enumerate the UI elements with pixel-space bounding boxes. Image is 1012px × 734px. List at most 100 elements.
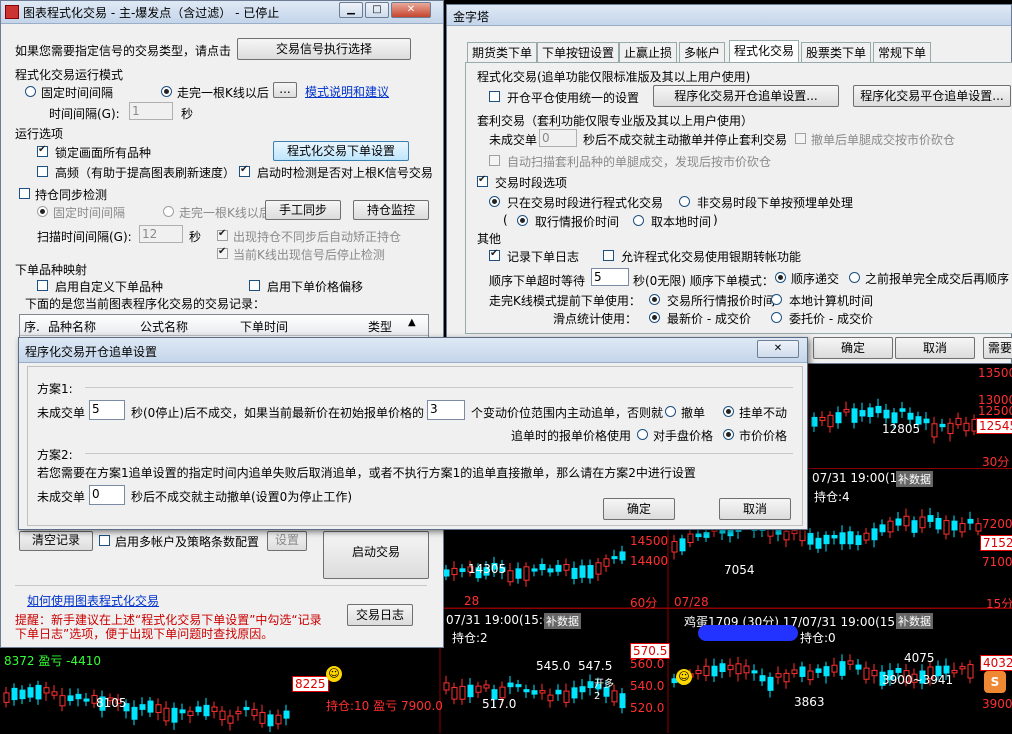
price-offset-label: 启用下单价格偏移 [267, 280, 364, 294]
log-checkbox[interactable] [489, 248, 500, 261]
fixed-interval-radio[interactable] [25, 86, 36, 97]
local-time-radio[interactable] [633, 215, 644, 226]
seq-timeout-input[interactable]: 5 [591, 268, 629, 286]
bank-checkbox[interactable] [603, 250, 614, 261]
p2-seconds-input[interactable]: 0 [89, 485, 125, 505]
chart-pane-tr1[interactable]: 13500 13000 12500 12545 12805 30分 [808, 360, 1012, 469]
seq-prev-radio[interactable] [849, 272, 860, 283]
help-link[interactable]: 如何使用图表程式化交易 [27, 592, 159, 609]
auto-fix-checkbox[interactable] [217, 228, 228, 241]
sync-group-label: 持仓同步检测 [35, 188, 108, 202]
pyramid-settings-window: 金字塔 期货类下单 下单按钮设置 止赢止损 多帐户 程式化交易 股票类下单 常规… [446, 4, 1012, 364]
close-chase-settings-button[interactable]: 程序化交易平仓追单设置... [853, 85, 1011, 107]
cancel-order-radio[interactable] [665, 406, 676, 417]
bushu-badge[interactable]: 补数据 [544, 613, 581, 629]
multi-account-checkbox[interactable] [99, 535, 110, 546]
scroll-up-icon[interactable]: ▲ [408, 317, 416, 328]
counter-price-radio[interactable] [637, 429, 648, 440]
col-header[interactable]: 品种名称 [48, 318, 96, 335]
sync-fixed-label: 固定时间间隔 [53, 206, 126, 220]
dialog-titlebar[interactable]: 程序化交易开仓追单设置 ✕ [19, 338, 807, 363]
pyramid-titlebar[interactable]: 金字塔 [447, 5, 1011, 26]
seq-submit-radio[interactable] [775, 272, 786, 283]
auto-scan-checkbox[interactable] [489, 155, 500, 166]
sync-checkbox[interactable] [19, 188, 30, 199]
lock-checkbox[interactable] [37, 144, 48, 157]
chart-pane-mid-left[interactable]: 14500 14400 14305 28 60分 [440, 530, 668, 610]
trade-log-button[interactable]: 交易日志 [347, 604, 413, 626]
tip-line-2: 下单日志”选项，便于出现下单问题时查找原因。 [15, 627, 274, 641]
start-trading-button[interactable]: 启动交易 [323, 531, 429, 579]
highfreq-checkbox[interactable] [37, 166, 48, 177]
dialog-ok-button[interactable]: 确定 [603, 498, 675, 520]
p1-mid: 秒(0停止)后不成交，如果当前最新价在初始报单价格的 [131, 406, 425, 420]
mode-help-link[interactable]: 模式说明和建议 [305, 83, 389, 100]
p1-seconds-input[interactable]: 5 [89, 400, 125, 420]
minimize-icon[interactable]: ▁ [339, 2, 363, 18]
only-session-radio[interactable] [489, 196, 500, 207]
non-session-radio[interactable] [679, 196, 690, 207]
tab-stop-profit-loss[interactable]: 止赢止损 [619, 42, 678, 63]
unified-checkbox[interactable] [489, 91, 500, 102]
hang-order-radio[interactable] [723, 406, 734, 417]
order-price-radio[interactable] [771, 312, 782, 323]
tab-multi-account[interactable]: 多帐户 [679, 42, 726, 63]
p1-ticks-input[interactable]: 3 [427, 400, 465, 420]
cancel-market-checkbox[interactable] [795, 133, 806, 144]
small-settings-button[interactable]: 设置 [267, 531, 307, 551]
manual-sync-button[interactable]: 手工同步 [265, 200, 341, 220]
exch-time-radio[interactable] [649, 294, 660, 305]
sync-fixed-radio[interactable] [37, 206, 48, 217]
tick-label: 7200 [982, 517, 1012, 531]
bushu-badge[interactable]: 补数据 [896, 471, 933, 487]
dialog-cancel-button[interactable]: 取消 [719, 498, 791, 520]
sync-kline-radio[interactable] [163, 206, 174, 217]
clear-records-button[interactable]: 清空记录 [19, 531, 93, 551]
sync-kline-label: 走完一根K线以后 [179, 206, 271, 220]
close-icon[interactable]: ✕ [391, 2, 431, 18]
col-header[interactable]: 下单时间 [240, 318, 288, 335]
highfreq-label: 高频（有助于提高图表刷新速度） [55, 166, 236, 180]
signal-select-button[interactable]: 交易信号执行选择 [237, 38, 411, 60]
sogou-s-icon[interactable]: S [984, 671, 1006, 693]
main-program-trading-window: 图表程式化交易 - 主-爆发点（含过滤） - 已停止 ▁ □ ✕ 如果您需要指定… [0, 0, 444, 648]
session-checkbox[interactable] [477, 174, 488, 187]
bushu-badge[interactable]: 补数据 [896, 613, 933, 629]
main-titlebar[interactable]: 图表程式化交易 - 主-爆发点（含过滤） - 已停止 ▁ □ ✕ [1, 1, 443, 24]
order-settings-button[interactable]: 程式化交易下单设置 [273, 141, 409, 161]
tab-programmatic[interactable]: 程式化交易 [729, 40, 800, 64]
paren-open: ( [503, 213, 508, 227]
col-header[interactable]: 公式名称 [140, 318, 188, 335]
latest-price-radio[interactable] [649, 312, 660, 323]
custom-symbol-checkbox[interactable] [37, 280, 48, 291]
position-monitor-button[interactable]: 持仓监控 [353, 200, 429, 220]
close-icon[interactable]: ✕ [757, 340, 799, 358]
ok-button[interactable]: 确定 [813, 337, 893, 359]
chart-pane-left[interactable]: 8372 盈亏 -4410 8225 8105 ☺ [0, 648, 342, 733]
open-chase-settings-button[interactable]: 程序化交易开仓追单设置... [653, 85, 839, 107]
scan-interval-input[interactable]: 12 [139, 225, 183, 243]
chart-pane-br[interactable]: 鸡蛋1709 (30分) 17/07/31 19:00(15:0 补数据 持仓:… [668, 608, 1012, 734]
seq-prev-label: 之前报单完全成交后再顺序 [865, 272, 1010, 286]
interval-input[interactable]: 1 [129, 102, 173, 120]
cancel-button[interactable]: 取消 [895, 337, 975, 359]
chart-pane-bl[interactable]: 07/31 19:00(15:0 补数据 持仓:2 570.5 560.0 54… [326, 608, 671, 734]
tab-order-button[interactable]: 下单按钮设置 [537, 42, 620, 63]
stop-check-checkbox[interactable] [217, 246, 228, 259]
unfilled-seconds-input[interactable]: 0 [539, 129, 577, 147]
pnl-text: 8372 盈亏 -4410 [4, 654, 102, 668]
quote-time-radio[interactable] [517, 215, 528, 226]
startcheck-checkbox[interactable] [239, 164, 250, 177]
tab-normal-order[interactable]: 常规下单 [873, 42, 932, 63]
mode-ellipsis-button[interactable]: ... [273, 82, 297, 98]
tab-futures-order[interactable]: 期货类下单 [467, 42, 538, 63]
local-pc-time-radio[interactable] [771, 294, 782, 305]
col-header[interactable]: 类型 [368, 318, 392, 335]
price-offset-checkbox[interactable] [249, 280, 260, 291]
tab-stock-order[interactable]: 股票类下单 [801, 42, 872, 63]
market-price-radio[interactable] [723, 429, 734, 440]
kline-complete-radio[interactable] [161, 86, 172, 97]
maximize-icon[interactable]: □ [365, 2, 389, 18]
need-button[interactable]: 需要 [983, 337, 1012, 359]
col-header[interactable]: 序. [24, 318, 40, 335]
